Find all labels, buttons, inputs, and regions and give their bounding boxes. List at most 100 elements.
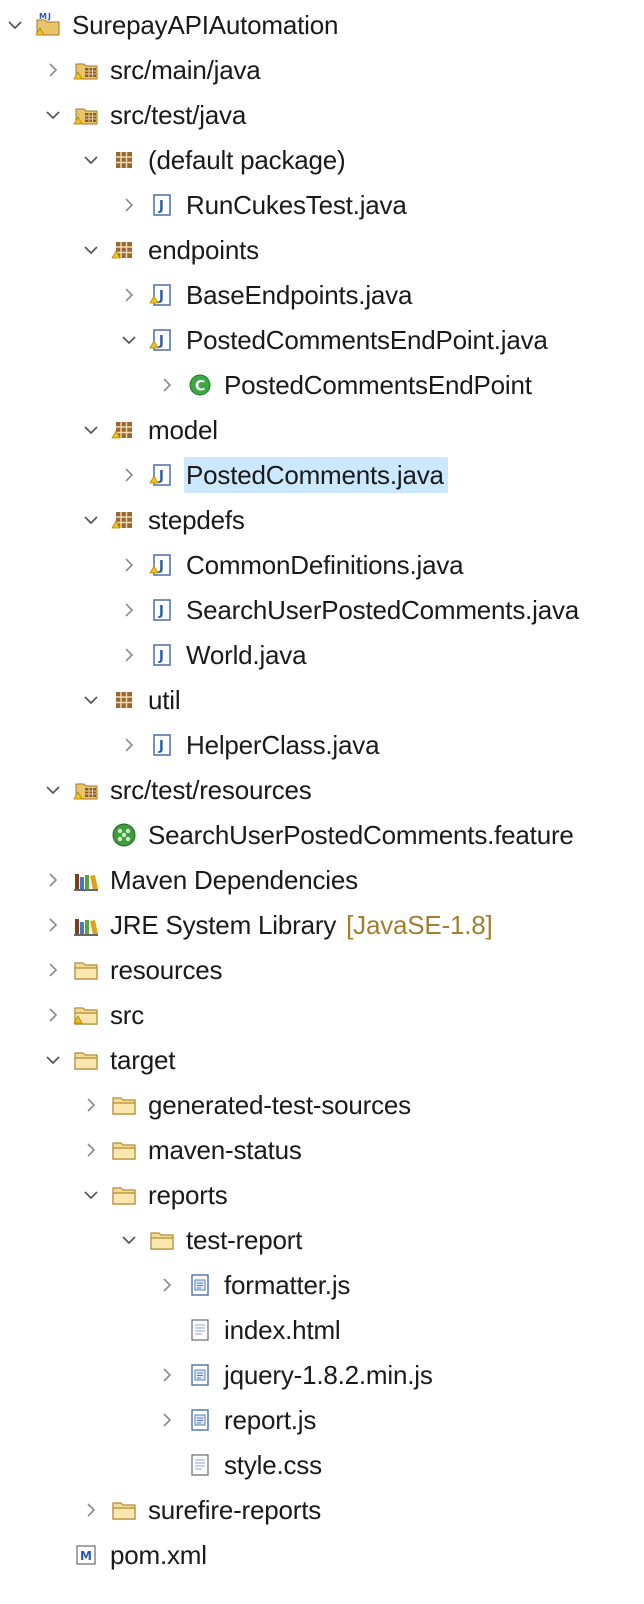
maven-pom-icon: M: [72, 1541, 100, 1569]
folder-icon: [72, 956, 100, 984]
tree-item-label: CommonDefinitions.java: [186, 549, 464, 580]
chevron-down-icon[interactable]: [80, 239, 102, 261]
tree-item-reportjs[interactable]: report.js: [0, 1397, 644, 1442]
chevron-right-icon[interactable]: [42, 959, 64, 981]
tree-item-test-report[interactable]: test-report: [0, 1217, 644, 1262]
tree-item-formatter[interactable]: formatter.js: [0, 1262, 644, 1307]
tree-item-label: target: [110, 1044, 176, 1075]
tree-item-label: HelperClass.java: [186, 729, 380, 760]
chevron-down-icon[interactable]: [80, 149, 102, 171]
chevron-right-icon[interactable]: [80, 1499, 102, 1521]
chevron-down-icon[interactable]: [4, 14, 26, 36]
chevron-right-icon[interactable]: [156, 1274, 178, 1296]
tree-item-label: index.html: [224, 1314, 341, 1345]
tree-item-label: src/test/java: [110, 99, 247, 130]
tree-item-label: style.css: [224, 1449, 322, 1480]
library-icon: [72, 911, 100, 939]
tree-item-label: generated-test-sources: [148, 1089, 411, 1120]
tree-item-pkg-model[interactable]: model: [0, 407, 644, 452]
tree-item-pkg-endpoints[interactable]: endpoints: [0, 227, 644, 272]
chevron-right-icon[interactable]: [42, 1004, 64, 1026]
tree-item-postedcomments-java[interactable]: J PostedComments.java: [0, 452, 644, 497]
tree-item-label: Maven Dependencies: [110, 864, 358, 895]
tree-item-label: SearchUserPostedComments.java: [186, 594, 580, 625]
package-warning-icon: [110, 506, 138, 534]
tree-item-label: PostedCommentsEndPoint.java: [186, 324, 548, 355]
tree-item-baseendpoints[interactable]: J BaseEndpoints.java: [0, 272, 644, 317]
tree-item-label: pom.xml: [110, 1539, 207, 1570]
chevron-right-icon[interactable]: [118, 599, 140, 621]
chevron-right-icon[interactable]: [80, 1139, 102, 1161]
chevron-right-icon[interactable]: [118, 194, 140, 216]
tree-item-runcukes[interactable]: J RunCukesTest.java: [0, 182, 644, 227]
chevron-right-icon[interactable]: [118, 554, 140, 576]
chevron-down-icon[interactable]: [80, 1184, 102, 1206]
tree-item-surefire[interactable]: surefire-reports: [0, 1487, 644, 1532]
tree-item-world[interactable]: J World.java: [0, 632, 644, 677]
chevron-right-icon[interactable]: [156, 1364, 178, 1386]
tree-item-postedcommentsep-class[interactable]: C PostedCommentsEndPoint: [0, 362, 644, 407]
tree-item-jre[interactable]: JRE System Library [JavaSE-1.8]: [0, 902, 644, 947]
project-explorer-tree: M J SurepayAPIAutomation src/main/java src/t…: [0, 0, 644, 1604]
tree-item-pom[interactable]: Mpom.xml: [0, 1532, 644, 1577]
package-warning-icon: [110, 416, 138, 444]
chevron-down-icon[interactable]: [42, 779, 64, 801]
tree-item-src-test-java[interactable]: src/test/java: [0, 92, 644, 137]
chevron-right-icon[interactable]: [118, 464, 140, 486]
chevron-down-icon[interactable]: [42, 104, 64, 126]
java-file-warning-icon: J: [148, 461, 176, 489]
package-icon: [110, 686, 138, 714]
tree-item-proj[interactable]: M J SurepayAPIAutomation: [0, 2, 644, 47]
tree-item-label: formatter.js: [224, 1269, 351, 1300]
tree-item-maven-status[interactable]: maven-status: [0, 1127, 644, 1172]
chevron-right-icon[interactable]: [118, 644, 140, 666]
folder-icon: [72, 1046, 100, 1074]
chevron-right-icon[interactable]: [118, 284, 140, 306]
source-folder-icon: [72, 101, 100, 129]
svg-text:J: J: [158, 334, 164, 349]
tree-item-searchuser-java[interactable]: J SearchUserPostedComments.java: [0, 587, 644, 632]
tree-item-maven-deps[interactable]: Maven Dependencies: [0, 857, 644, 902]
chevron-down-icon[interactable]: [42, 1049, 64, 1071]
chevron-down-icon[interactable]: [80, 689, 102, 711]
tree-item-label: report.js: [224, 1404, 317, 1435]
tree-item-helperclass[interactable]: J HelperClass.java: [0, 722, 644, 767]
chevron-down-icon[interactable]: [80, 509, 102, 531]
maven-project-icon: MJ: [34, 11, 62, 39]
chevron-right-icon[interactable]: [42, 869, 64, 891]
tree-item-indexhtml[interactable]: index.html: [0, 1307, 644, 1352]
chevron-down-icon[interactable]: [80, 419, 102, 441]
chevron-down-icon[interactable]: [118, 329, 140, 351]
tree-item-jquery[interactable]: jquery-1.8.2.min.js: [0, 1352, 644, 1397]
tree-item-postedcommentsep-java[interactable]: J PostedCommentsEndPoint.java: [0, 317, 644, 362]
tree-item-decoration: [JavaSE-1.8]: [346, 909, 493, 940]
tree-item-reports[interactable]: reports: [0, 1172, 644, 1217]
tree-item-pkg-util[interactable]: util: [0, 677, 644, 722]
svg-text:C: C: [195, 378, 205, 394]
chevron-right-icon[interactable]: [156, 1409, 178, 1431]
chevron-right-icon[interactable]: [42, 59, 64, 81]
tree-item-stylecss[interactable]: style.css: [0, 1442, 644, 1487]
tree-item-src-test-resources[interactable]: src/test/resources: [0, 767, 644, 812]
java-file-icon: J: [148, 191, 176, 219]
tree-item-src[interactable]: src: [0, 992, 644, 1037]
tree-item-label: SurepayAPIAutomation: [72, 9, 339, 40]
chevron-down-icon[interactable]: [118, 1229, 140, 1251]
chevron-right-icon[interactable]: [42, 914, 64, 936]
tree-item-pkg-stepdefs[interactable]: stepdefs: [0, 497, 644, 542]
tree-item-label: src/test/resources: [110, 774, 312, 805]
tree-item-src-main-java[interactable]: src/main/java: [0, 47, 644, 92]
chevron-right-icon[interactable]: [156, 374, 178, 396]
tree-item-resources[interactable]: resources: [0, 947, 644, 992]
package-icon: [110, 146, 138, 174]
tree-item-pkg-default[interactable]: (default package): [0, 137, 644, 182]
text-file-icon: [186, 1451, 214, 1479]
js-file-icon: [186, 1406, 214, 1434]
chevron-right-icon[interactable]: [80, 1094, 102, 1116]
chevron-right-icon[interactable]: [118, 734, 140, 756]
tree-item-target[interactable]: target: [0, 1037, 644, 1082]
tree-item-commondefs[interactable]: J CommonDefinitions.java: [0, 542, 644, 587]
tree-item-feature[interactable]: SearchUserPostedComments.feature: [0, 812, 644, 857]
tree-item-gen-test-sources[interactable]: generated-test-sources: [0, 1082, 644, 1127]
